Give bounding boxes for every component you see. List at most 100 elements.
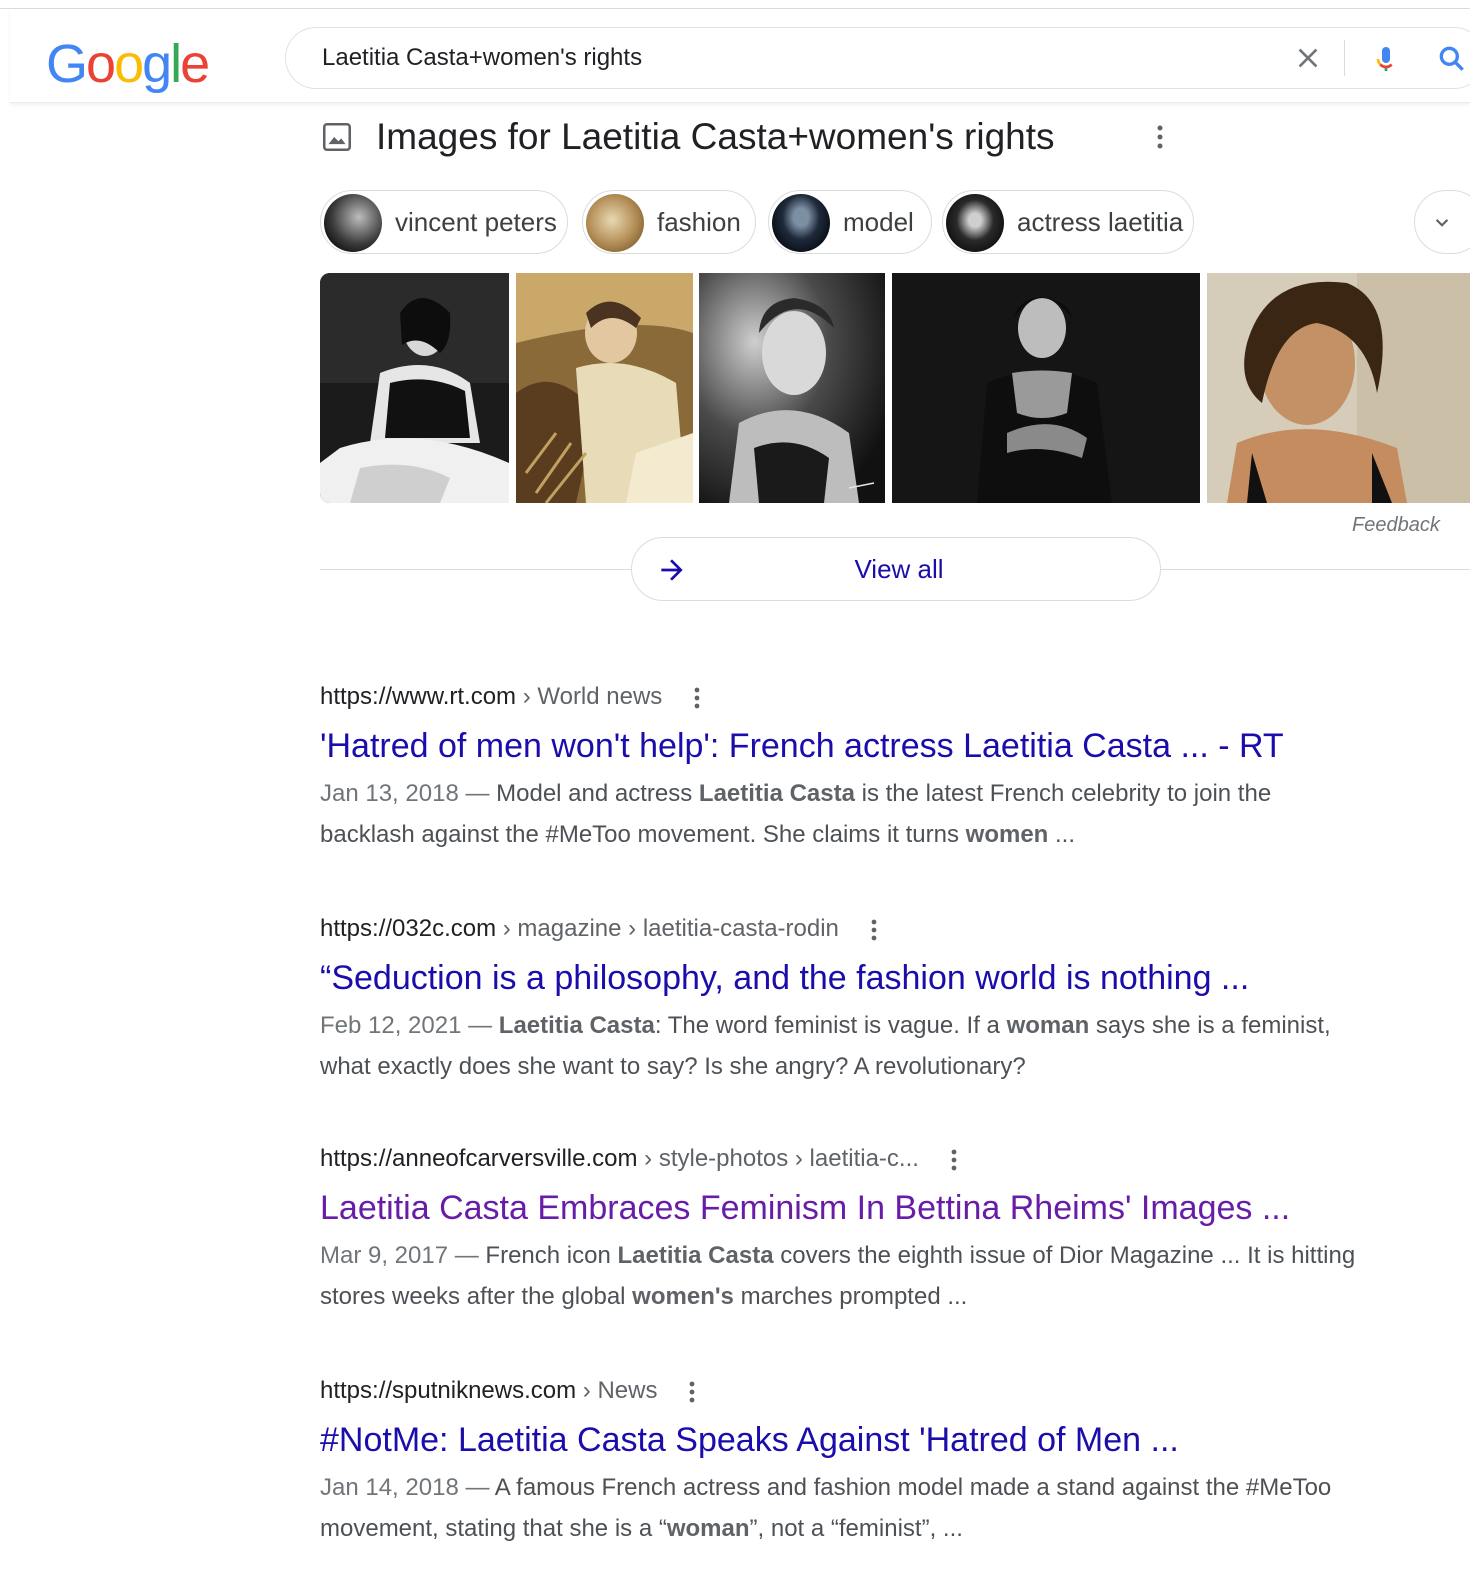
result-url[interactable]: https://anneofcarversville.com › style-p… xyxy=(320,1143,1450,1175)
more-vert-icon[interactable] xyxy=(692,684,702,712)
result-date: Jan 14, 2018 — xyxy=(320,1474,495,1501)
logo-letter: G xyxy=(46,34,88,94)
logo-letter: g xyxy=(142,34,172,94)
result-domain: https://anneofcarversville.com xyxy=(320,1145,638,1172)
snippet-bold: Laetitia Casta xyxy=(698,780,855,807)
logo-letter: o xyxy=(86,34,116,94)
snippet-line: movement, stating that she is a “woman”,… xyxy=(320,1508,1450,1549)
snippet-bold: Laetitia Casta xyxy=(498,1012,655,1039)
snippet-text: covers the eighth issue of Dior Magazine… xyxy=(773,1242,1356,1269)
snippet-text: : The word feminist is vague. If a xyxy=(654,1012,1007,1039)
clear-icon[interactable] xyxy=(1292,42,1324,74)
snippet-bold: Laetitia Casta xyxy=(617,1242,774,1269)
divider-left xyxy=(320,569,631,570)
logo-letter: l xyxy=(170,34,182,94)
search-header: Google xyxy=(10,9,1470,103)
snippet-line: backlash against the #MeToo movement. Sh… xyxy=(320,814,1450,855)
result-title-link[interactable]: 'Hatred of men won't help': French actre… xyxy=(320,725,1450,767)
snippet-text: French icon xyxy=(485,1242,618,1269)
search-box xyxy=(285,27,1470,89)
image-result-4[interactable] xyxy=(892,273,1200,503)
result-domain: https://www.rt.com xyxy=(320,683,517,710)
result-snippet: Jan 14, 2018 — A famous French actress a… xyxy=(320,1467,1450,1549)
snippet-line: Feb 12, 2021 — Laetitia Casta: The word … xyxy=(320,1005,1450,1046)
chip-thumbnail xyxy=(586,194,644,252)
snippet-text: what exactly does she want to say? Is sh… xyxy=(320,1053,1026,1080)
view-all-button[interactable]: View all xyxy=(631,537,1161,601)
result-domain: https://032c.com xyxy=(320,915,497,942)
chip-model[interactable]: model xyxy=(768,190,932,254)
image-result-1[interactable] xyxy=(320,273,509,503)
google-logo[interactable]: Google xyxy=(46,33,210,95)
image-icon xyxy=(322,122,352,152)
images-section-title[interactable]: Images for Laetitia Casta+women's rights xyxy=(376,116,1055,158)
result-date: Feb 12, 2021 — xyxy=(320,1012,499,1039)
result-url[interactable]: https://sputniknews.com › News xyxy=(320,1375,1450,1407)
snippet-line: Jan 13, 2018 — Model and actress Laetiti… xyxy=(320,773,1450,814)
snippet-text: stores weeks after the global xyxy=(320,1283,633,1310)
image-result-2[interactable] xyxy=(516,273,693,503)
result-title-link[interactable]: “Seduction is a philosophy, and the fash… xyxy=(320,957,1450,999)
snippet-text: backlash against the #MeToo movement. Sh… xyxy=(320,821,966,848)
search-result: https://032c.com › magazine › laetitia-c… xyxy=(320,913,1450,1087)
more-vert-icon[interactable] xyxy=(1150,122,1170,152)
snippet-line: what exactly does she want to say? Is sh… xyxy=(320,1046,1450,1087)
search-result: https://anneofcarversville.com › style-p… xyxy=(320,1143,1450,1317)
result-url[interactable]: https://032c.com › magazine › laetitia-c… xyxy=(320,913,1450,945)
snippet-text: ”, not a “feminist”, ... xyxy=(749,1515,963,1542)
snippet-line: stores weeks after the global women's ma… xyxy=(320,1276,1450,1317)
chip-label: vincent peters xyxy=(395,207,557,237)
image-result-3[interactable] xyxy=(699,273,885,503)
chip-label: model xyxy=(843,207,914,237)
image-result-5[interactable] xyxy=(1207,273,1470,503)
chip-actress-laetitia[interactable]: actress laetitia xyxy=(942,190,1194,254)
snippet-bold: women's xyxy=(632,1283,734,1310)
result-snippet: Jan 13, 2018 — Model and actress Laetiti… xyxy=(320,773,1450,855)
snippet-text: Model and actress xyxy=(496,780,699,807)
result-path: › style-photos › laetitia-c... xyxy=(637,1145,919,1172)
chip-thumbnail xyxy=(946,194,1004,252)
snippet-text: A famous French actress and fashion mode… xyxy=(494,1474,1332,1501)
snippet-bold: woman xyxy=(666,1515,750,1542)
result-domain: https://sputniknews.com xyxy=(320,1377,577,1404)
more-vert-icon[interactable] xyxy=(949,1146,959,1174)
more-vert-icon[interactable] xyxy=(869,916,879,944)
result-snippet: Mar 9, 2017 — French icon Laetitia Casta… xyxy=(320,1235,1450,1317)
result-path: › News xyxy=(576,1377,658,1404)
snippet-text: says she is a feminist, xyxy=(1089,1012,1331,1039)
chip-label: fashion xyxy=(657,207,741,237)
search-result: https://sputniknews.com › News #NotMe: L… xyxy=(320,1375,1450,1549)
snippet-line: Jan 14, 2018 — A famous French actress a… xyxy=(320,1467,1450,1508)
logo-letter: o xyxy=(114,34,144,94)
view-all-label: View all xyxy=(854,554,944,584)
chips-expand-button[interactable] xyxy=(1414,190,1470,254)
result-date: Mar 9, 2017 — xyxy=(320,1242,486,1269)
more-vert-icon[interactable] xyxy=(687,1378,697,1406)
chip-vincent-peters[interactable]: vincent peters xyxy=(320,190,568,254)
result-title-link[interactable]: Laetitia Casta Embraces Feminism In Bett… xyxy=(320,1187,1450,1229)
lens-icon[interactable] xyxy=(1436,42,1468,76)
mic-icon[interactable] xyxy=(1370,40,1402,78)
result-snippet: Feb 12, 2021 — Laetitia Casta: The word … xyxy=(320,1005,1450,1087)
chip-label: actress laetitia xyxy=(1017,207,1184,237)
snippet-text: movement, stating that she is a “ xyxy=(320,1515,667,1542)
result-path: › magazine › laetitia-casta-rodin xyxy=(496,915,839,942)
result-date: Jan 13, 2018 — xyxy=(320,780,497,807)
snippet-bold: woman xyxy=(1006,1012,1090,1039)
chip-thumbnail xyxy=(324,194,382,252)
search-input[interactable] xyxy=(322,42,1222,74)
logo-letter: e xyxy=(180,34,210,94)
snippet-line: Mar 9, 2017 — French icon Laetitia Casta… xyxy=(320,1235,1450,1276)
chip-fashion[interactable]: fashion xyxy=(582,190,756,254)
result-path: › World news xyxy=(516,683,663,710)
result-title-link[interactable]: #NotMe: Laetitia Casta Speaks Against 'H… xyxy=(320,1419,1450,1461)
search-divider xyxy=(1344,40,1345,76)
search-result: https://www.rt.com › World news 'Hatred … xyxy=(320,681,1450,855)
feedback-link[interactable]: Feedback xyxy=(1352,514,1440,537)
chip-thumbnail xyxy=(772,194,830,252)
snippet-bold: women xyxy=(965,821,1049,848)
snippet-text: ... xyxy=(1048,821,1076,848)
result-url[interactable]: https://www.rt.com › World news xyxy=(320,681,1450,713)
chevron-down-icon xyxy=(1435,219,1449,227)
snippet-text: is the latest French celebrity to join t… xyxy=(854,780,1272,807)
